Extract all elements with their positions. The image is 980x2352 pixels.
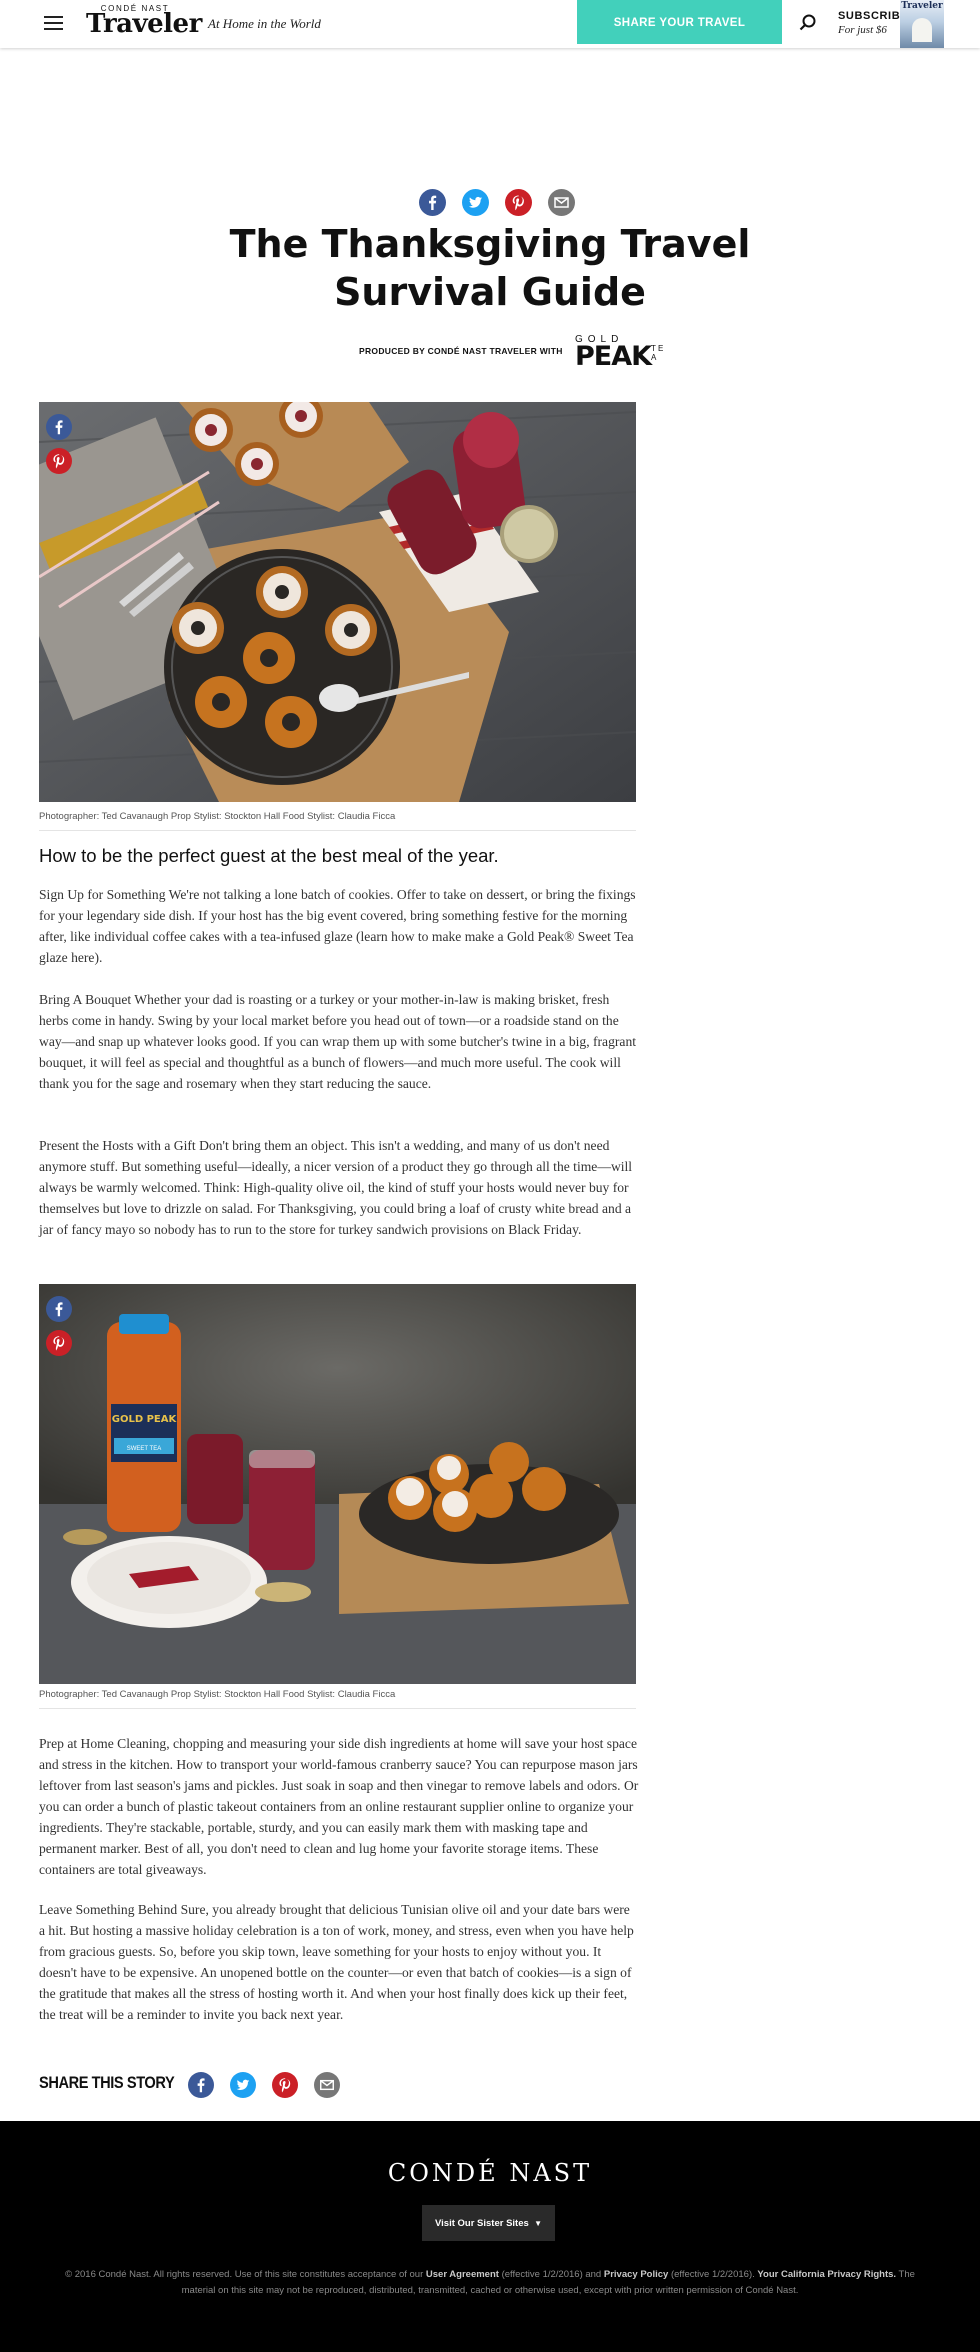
bottom-share-bar (188, 2072, 352, 2098)
email-icon[interactable] (548, 189, 575, 216)
privacy-policy-link[interactable]: Privacy Policy (604, 2269, 668, 2280)
conde-nast-logo[interactable]: CONDÉ NAST (0, 2159, 980, 2187)
legal-text: © 2016 Condé Nast. All rights reserved. … (50, 2267, 930, 2299)
subscribe-price: For just $6 (838, 24, 887, 36)
bottle-label-brand: GOLD PEAK (112, 1414, 178, 1425)
article-paragraph: Bring A Bouquet Whether your dad is roas… (39, 992, 637, 1091)
email-icon[interactable] (314, 2072, 340, 2098)
donuts-photo-illustration (39, 402, 636, 802)
chevron-down-icon: ▼ (534, 2219, 542, 2228)
brand-name: Traveler (86, 9, 202, 39)
top-share-bar (419, 189, 587, 216)
hamburger-icon[interactable] (44, 16, 63, 30)
bottle-label-product: SWEET TEA (127, 1446, 161, 1452)
photo1-pinterest-share-icon[interactable] (46, 448, 72, 474)
site-header: CONDÉ NAST Traveler At Home in the World… (0, 0, 980, 73)
legal-text-part: (effective 1/2/2016) and (498, 2269, 604, 2280)
facebook-icon[interactable] (188, 2072, 214, 2098)
photo1-credit: Photographer: Ted Cavanaugh Prop Stylist… (39, 811, 396, 822)
article-paragraph: Sign Up for Something We're not talking … (39, 887, 636, 965)
subscribe-link[interactable]: SUBSCRIBE For just $6 (838, 10, 908, 36)
article-subheading: How to be the perfect guest at the best … (39, 845, 499, 866)
legal-text-part: (effective 1/2/2016). (668, 2269, 758, 2280)
search-icon[interactable] (799, 14, 817, 32)
legal-text-part: © 2016 Condé Nast. All rights reserved. … (65, 2269, 426, 2280)
article-paragraph: Present the Hosts with a Gift Don't brin… (39, 1138, 633, 1237)
twitter-icon[interactable] (230, 2072, 256, 2098)
site-footer: CONDÉ NAST Visit Our Sister Sites ▼ © 20… (0, 2121, 980, 2352)
gold-peak-photo-illustration: GOLD PEAK SWEET TEA (39, 1284, 636, 1684)
subscribe-label: SUBSCRIBE (838, 10, 909, 22)
article-paragraph: Prep at Home Cleaning, chopping and meas… (39, 1736, 639, 1877)
sister-sites-dropdown[interactable]: Visit Our Sister Sites ▼ (422, 2205, 555, 2241)
california-privacy-link[interactable]: Your California Privacy Rights. (757, 2269, 896, 2280)
sponsor-logo-side: T E A (651, 344, 664, 362)
photo2-credit: Photographer: Ted Cavanaugh Prop Stylist… (39, 1689, 396, 1700)
pinterest-icon[interactable] (272, 2072, 298, 2098)
share-experiences-button[interactable]: SHARE YOUR TRAVEL EXPERIENCES (577, 0, 782, 73)
magazine-title: Traveler (901, 1, 943, 11)
photo1-facebook-share-icon[interactable] (46, 414, 72, 440)
sister-sites-label: Visit Our Sister Sites (434, 2218, 529, 2229)
photo2-pinterest-share-icon[interactable] (46, 1330, 72, 1356)
article-title: The Thanksgiving Travel Survival Guide (229, 222, 751, 314)
article-paragraph: Leave Something Behind Sure, you already… (39, 1902, 634, 2022)
produced-by: PRODUCED BY CONDÉ NAST TRAVELER WITH (359, 346, 563, 356)
facebook-icon[interactable] (419, 189, 446, 216)
photo2-facebook-share-icon[interactable] (46, 1296, 72, 1322)
divider (39, 830, 636, 831)
sponsor-logo[interactable]: GOLD PEAK T E A (575, 334, 668, 370)
article-photo-donuts (39, 402, 636, 802)
user-agreement-link[interactable]: User Agreement (426, 2269, 499, 2280)
article-photo-gold-peak: GOLD PEAK SWEET TEA (39, 1284, 636, 1684)
tagline: At Home in the World (208, 16, 321, 31)
magazine-cover[interactable]: Traveler (900, 0, 944, 48)
twitter-icon[interactable] (462, 189, 489, 216)
share-this-story-label: SHARE THIS STORY (39, 2073, 175, 2092)
site-logo[interactable]: CONDÉ NAST Traveler (86, 4, 202, 37)
pinterest-icon[interactable] (505, 189, 532, 216)
divider (39, 1708, 636, 1709)
